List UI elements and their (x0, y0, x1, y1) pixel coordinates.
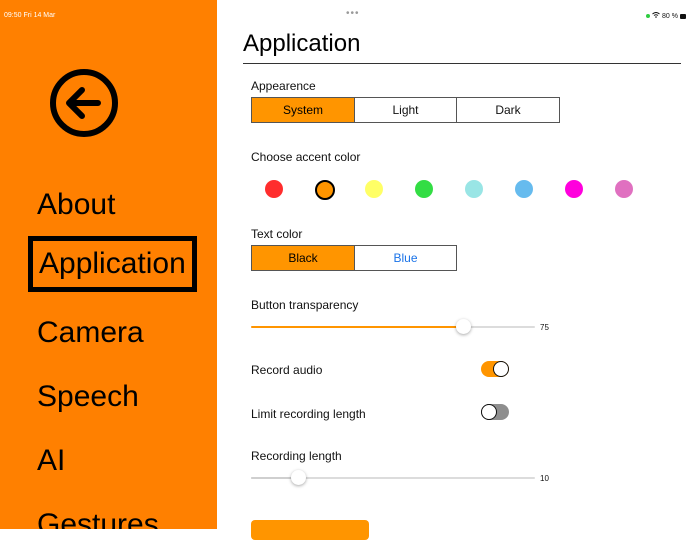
title-divider (243, 63, 681, 64)
limit-recording-toggle[interactable] (481, 404, 509, 420)
button-transparency-slider[interactable] (251, 319, 535, 335)
color-swatch-red[interactable] (265, 180, 283, 198)
color-swatch-yellow[interactable] (365, 180, 383, 198)
camera-indicator-icon (646, 14, 651, 18)
record-audio-toggle[interactable] (481, 361, 509, 377)
record-audio-label: Record audio (251, 363, 323, 377)
battery-icon (680, 13, 686, 19)
appearance-label: Appearence (251, 79, 316, 93)
sidebar-item-about[interactable]: About (37, 188, 115, 222)
sidebar-item-gestures[interactable]: Gestures (37, 508, 159, 529)
limit-recording-label: Limit recording length (251, 407, 366, 421)
status-indicators: 80 % (646, 12, 686, 20)
appearance-option-system[interactable]: System (252, 98, 355, 122)
appearance-option-light[interactable]: Light (355, 98, 457, 122)
recording-length-slider[interactable] (251, 470, 535, 486)
color-swatch-orange[interactable] (315, 180, 335, 200)
recording-length-value: 10 (540, 474, 549, 483)
sidebar: About Application Camera Speech AI Gestu… (0, 0, 217, 529)
recording-length-label: Recording length (251, 449, 342, 463)
back-button[interactable] (48, 67, 120, 139)
color-swatch-pink[interactable] (615, 180, 633, 198)
sidebar-item-application[interactable]: Application (28, 236, 197, 292)
button-transparency-value: 75 (540, 323, 549, 332)
text-color-option-black[interactable]: Black (252, 246, 355, 270)
toggle-knob (481, 404, 497, 420)
battery-percent: 80 % (662, 12, 678, 20)
arrow-left-circle-icon (50, 69, 118, 137)
sidebar-item-camera[interactable]: Camera (37, 316, 144, 350)
page-title: Application (243, 30, 361, 57)
text-color-segmented-control: Black Blue (251, 245, 457, 271)
color-swatch-blue[interactable] (515, 180, 533, 198)
text-color-option-blue[interactable]: Blue (355, 246, 456, 270)
accent-color-label: Choose accent color (251, 150, 361, 164)
color-swatch-green[interactable] (415, 180, 433, 198)
slider-fill (251, 326, 464, 328)
accent-color-swatches (265, 180, 645, 200)
appearance-option-dark[interactable]: Dark (457, 98, 559, 122)
status-time: 09:50 Fri 14 Mar (4, 12, 56, 19)
sidebar-item-ai[interactable]: AI (37, 444, 65, 478)
button-transparency-label: Button transparency (251, 298, 359, 312)
toggle-knob (493, 361, 509, 377)
appearance-segmented-control: System Light Dark (251, 97, 560, 123)
color-swatch-cyan[interactable] (465, 180, 483, 198)
slider-thumb[interactable] (456, 319, 471, 334)
wifi-icon (652, 12, 660, 20)
multitasking-dots[interactable]: ••• (346, 8, 360, 19)
text-color-label: Text color (251, 227, 303, 241)
save-button[interactable] (251, 520, 369, 540)
color-swatch-magenta[interactable] (565, 180, 583, 198)
slider-thumb[interactable] (291, 470, 306, 485)
sidebar-item-speech[interactable]: Speech (37, 380, 139, 414)
